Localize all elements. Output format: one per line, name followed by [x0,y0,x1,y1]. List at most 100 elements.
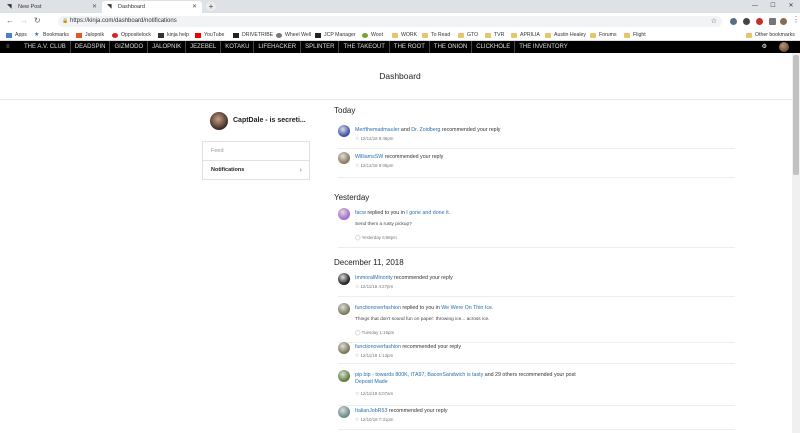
site-link-jezebel[interactable]: JEZEBEL [185,41,220,53]
avatar[interactable] [779,42,789,52]
site-link-the-onion[interactable]: THE ONION [428,41,471,53]
maximize-icon[interactable]: ☐ [764,0,782,13]
bookmark-oppositelock[interactable]: Oppositelock [112,30,151,40]
site-link-the-root[interactable]: THE ROOT [388,41,429,53]
bookmark-folder-austin-healey[interactable]: Austin Healey [545,30,586,40]
avatar[interactable] [338,406,350,418]
reload-icon[interactable]: ↻ [34,16,41,26]
timestamp[interactable]: 12/11/18 1:13pm [360,353,393,358]
tab-dashboard[interactable]: ◥ Dashboard ✕ [102,1,202,13]
notification-link[interactable]: Dr. Zoidberg [411,127,440,133]
menu-dots-icon[interactable]: ⋮ [792,15,800,25]
new-tab-button[interactable]: + [206,2,216,11]
notification-link[interactable]: We Were On Thin Ice. [441,305,493,311]
notification-item[interactable]: functionoverfashion replied to you in We… [338,303,735,343]
timestamp[interactable]: 12/11/18 6:07am [360,391,393,396]
notification-link[interactable]: pip bip - towards 800K, ITA97, BaconSand… [355,372,483,378]
bookmark-woot[interactable]: Woot [362,30,383,40]
extension-icon[interactable] [743,18,750,25]
notification-item[interactable]: Merfthemadmauler and Dr. Zoidberg recomm… [338,125,735,149]
close-icon[interactable]: ✕ [192,1,197,13]
timestamp[interactable]: 12/12/18 8:46pm [360,136,393,141]
extension-icon[interactable] [756,18,763,25]
timestamp[interactable]: 12/12/18 8:05pm [360,163,393,168]
bookmark-jalopnik[interactable]: Jalopnik [76,30,104,40]
notification-text: pip bip - towards 800K, ITA97, BaconSand… [355,372,576,378]
back-arrow-icon[interactable]: ← [6,16,14,26]
bookmark-folder-flight[interactable]: Flight [624,30,646,40]
notification-link[interactable]: I gone and done it. [406,210,450,216]
bookmark-bookmarks[interactable]: ★ Bookmarks [34,30,69,40]
forward-arrow-icon[interactable]: → [20,16,28,26]
gear-icon[interactable]: ⚙ [762,41,767,53]
notification-link[interactable]: functionoverfashion [355,305,401,311]
avatar[interactable] [338,342,350,354]
bookmark-folder-aprilia[interactable]: APRILIA [511,30,540,40]
kinja-favicon-icon: ◥ [7,4,12,10]
site-link-av-club[interactable]: THE A.V. CLUB [20,41,70,53]
site-link-jalopnik[interactable]: JALOPNIK [147,41,185,53]
avatar[interactable] [338,273,350,285]
site-link-splinter[interactable]: SPLINTER [300,41,338,53]
bookmark-kinja-help[interactable]: kinja help [158,30,189,40]
site-link-kotaku[interactable]: KOTAKU [220,41,253,53]
bookmark-folder-tvr[interactable]: TVR [485,30,504,40]
minimize-icon[interactable]: — [746,0,764,13]
extension-icon[interactable] [769,18,776,25]
notification-item[interactable]: pip bip - towards 800K, ITA97, BaconSand… [338,370,735,406]
avatar[interactable] [338,370,350,382]
close-window-icon[interactable]: ✕ [782,0,800,13]
timestamp[interactable]: Tuesday 1:15pm [362,330,395,335]
close-icon[interactable]: ✕ [92,1,97,13]
site-link-the-inventory[interactable]: THE INVENTORY [514,41,571,53]
notification-link[interactable]: facw [355,210,366,216]
site-link-clickhole[interactable]: CLICKHOLE [471,41,514,53]
avatar[interactable] [338,303,350,315]
notification-item[interactable]: ItalianJobR53 recommended your reply ☆12/… [338,406,735,430]
post-link[interactable]: Deposit Made [355,379,388,385]
notification-link[interactable]: ItalianJobR53 [355,408,387,414]
bookmark-drivetribe[interactable]: DRIVETRIBE [233,30,273,40]
timestamp[interactable]: 12/11/18 4:27pm [360,284,393,289]
bookmark-apps[interactable]: Apps [6,30,27,40]
avatar[interactable] [210,112,228,130]
avatar[interactable] [338,125,350,137]
bookmark-folder-work[interactable]: WORK [392,30,417,40]
bookmark-youtube[interactable]: YouTube [195,30,224,40]
reply-quote[interactable]: Send them a rusty pickup? [355,222,412,227]
bookmark-folder-gto[interactable]: GTO [458,30,478,40]
notification-item[interactable]: WilliamsSW recommended your reply ☆12/12/… [338,152,735,178]
notification-item[interactable]: functionoverfashion recommended your rep… [338,342,735,364]
site-link-deadspin[interactable]: DEADSPIN [69,41,110,53]
profile-name[interactable]: CaptDale - is secreti... [233,117,306,124]
menu-item-notifications[interactable]: Notifications › [203,161,309,180]
bookmark-folder-other[interactable]: Other bookmarks [746,30,795,40]
avatar[interactable] [338,208,350,220]
site-link-the-takeout[interactable]: THE TAKEOUT [338,41,388,53]
notification-link[interactable]: ImmoralMinority [355,275,393,281]
bookmark-folder-to-read[interactable]: To Read [422,30,450,40]
hamburger-menu-icon[interactable]: ≡ [6,41,10,53]
timestamp[interactable]: 12/10/18 7:31pm [360,417,393,422]
bookmark-star-icon[interactable]: ☆ [711,16,717,27]
avatar[interactable] [338,152,350,164]
bookmark-wheel-well[interactable]: Wheel Well [276,30,311,40]
notification-link[interactable]: Merfthemadmauler [355,127,399,133]
bookmark-jcp-manager[interactable]: JCP Manager [315,30,356,40]
site-link-gizmodo[interactable]: GIZMODO [109,41,147,53]
address-bar[interactable]: 🔒 https://kinja.com/dashboard/notificati… [58,16,722,27]
notification-link[interactable]: functionoverfashion [355,344,401,350]
notification-item[interactable]: ImmoralMinority recommended your reply ☆1… [338,273,735,297]
reply-quote[interactable]: Things that don't sound fun on paper: th… [355,317,490,322]
timestamp[interactable]: Yesterday 6:58pm [362,235,397,240]
tab-new-post[interactable]: ◥ New Post ✕ [2,1,102,13]
notification-link[interactable]: WilliamsSW [355,154,383,160]
notification-text-part: and [399,127,412,133]
menu-item-feed[interactable]: Feed [203,142,309,161]
profile-avatar-icon[interactable] [780,18,787,25]
notification-item[interactable]: facw replied to you in I gone and done i… [338,208,735,248]
bookmark-folder-forums[interactable]: Forums [590,30,617,40]
scrollbar-thumb[interactable] [793,55,799,175]
site-link-lifehacker[interactable]: LIFEHACKER [253,41,300,53]
extension-icon[interactable] [730,18,737,25]
